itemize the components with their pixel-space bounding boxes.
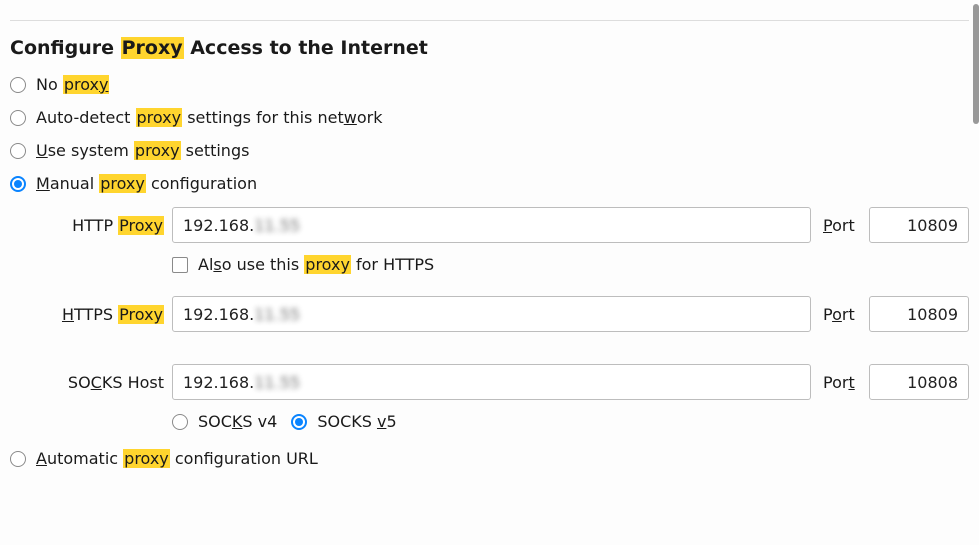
option-manual-proxy[interactable]: Manual proxy configuration: [10, 174, 969, 193]
divider-top: [10, 20, 969, 21]
option-auto-detect[interactable]: Auto-detect proxy settings for this netw…: [10, 108, 969, 127]
title-hl: Proxy: [121, 37, 184, 59]
label-no-proxy: No proxy: [36, 75, 109, 94]
scrollbar[interactable]: [973, 4, 979, 541]
label-socks-host: SOCKS Host: [44, 373, 164, 392]
label-http-port: Port: [823, 216, 861, 235]
checkbox-also-https-input[interactable]: [172, 257, 188, 273]
option-socks-v4[interactable]: SOCKS v4: [172, 412, 277, 431]
scrollbar-thumb[interactable]: [973, 4, 979, 124]
page-title: Configure Proxy Access to the Internet: [10, 37, 969, 59]
radio-auto-url[interactable]: [10, 451, 26, 467]
label-http-proxy: HTTP Proxy: [44, 216, 164, 235]
option-no-proxy[interactable]: No proxy: [10, 75, 969, 94]
manual-proxy-fields: HTTP Proxy 192.168.11.55 Port Also use t…: [10, 207, 969, 431]
row-https-proxy: HTTPS Proxy 192.168.11.55 Port: [44, 296, 969, 332]
label-socks-port: Port: [823, 373, 861, 392]
scrollbar-track: [973, 4, 979, 541]
label-also-https: Also use this proxy for HTTPS: [198, 255, 434, 274]
title-pre: Configure: [10, 37, 121, 59]
radio-no-proxy[interactable]: [10, 77, 26, 93]
radio-system-proxy[interactable]: [10, 143, 26, 159]
label-auto-url: Automatic proxy configuration URL: [36, 449, 318, 468]
radio-manual-proxy[interactable]: [10, 176, 26, 192]
option-socks-v5[interactable]: SOCKS v5: [291, 412, 396, 431]
option-system-proxy[interactable]: Use system proxy settings: [10, 141, 969, 160]
input-socks-port[interactable]: [869, 364, 969, 400]
label-https-port: Port: [823, 305, 861, 324]
input-https-port[interactable]: [869, 296, 969, 332]
label-https-proxy: HTTPS Proxy: [44, 305, 164, 324]
input-http-proxy[interactable]: 192.168.11.55: [172, 207, 811, 243]
radio-socks-v4[interactable]: [172, 414, 188, 430]
input-socks-host[interactable]: 192.168.11.55: [172, 364, 811, 400]
option-auto-url[interactable]: Automatic proxy configuration URL: [10, 449, 969, 468]
socks-version: SOCKS v4 SOCKS v5: [172, 412, 969, 431]
input-https-proxy[interactable]: 192.168.11.55: [172, 296, 811, 332]
title-post: Access to the Internet: [184, 37, 428, 59]
label-socks-v4: SOCKS v4: [198, 412, 277, 431]
row-http-proxy: HTTP Proxy 192.168.11.55 Port: [44, 207, 969, 243]
radio-auto-detect[interactable]: [10, 110, 26, 126]
checkbox-also-https[interactable]: Also use this proxy for HTTPS: [172, 255, 969, 274]
label-manual-proxy: Manual proxy configuration: [36, 174, 257, 193]
label-system-proxy: Use system proxy settings: [36, 141, 249, 160]
radio-socks-v5[interactable]: [291, 414, 307, 430]
label-socks-v5: SOCKS v5: [317, 412, 396, 431]
label-auto-detect: Auto-detect proxy settings for this netw…: [36, 108, 382, 127]
input-http-port[interactable]: [869, 207, 969, 243]
row-socks-host: SOCKS Host 192.168.11.55 Port: [44, 364, 969, 400]
